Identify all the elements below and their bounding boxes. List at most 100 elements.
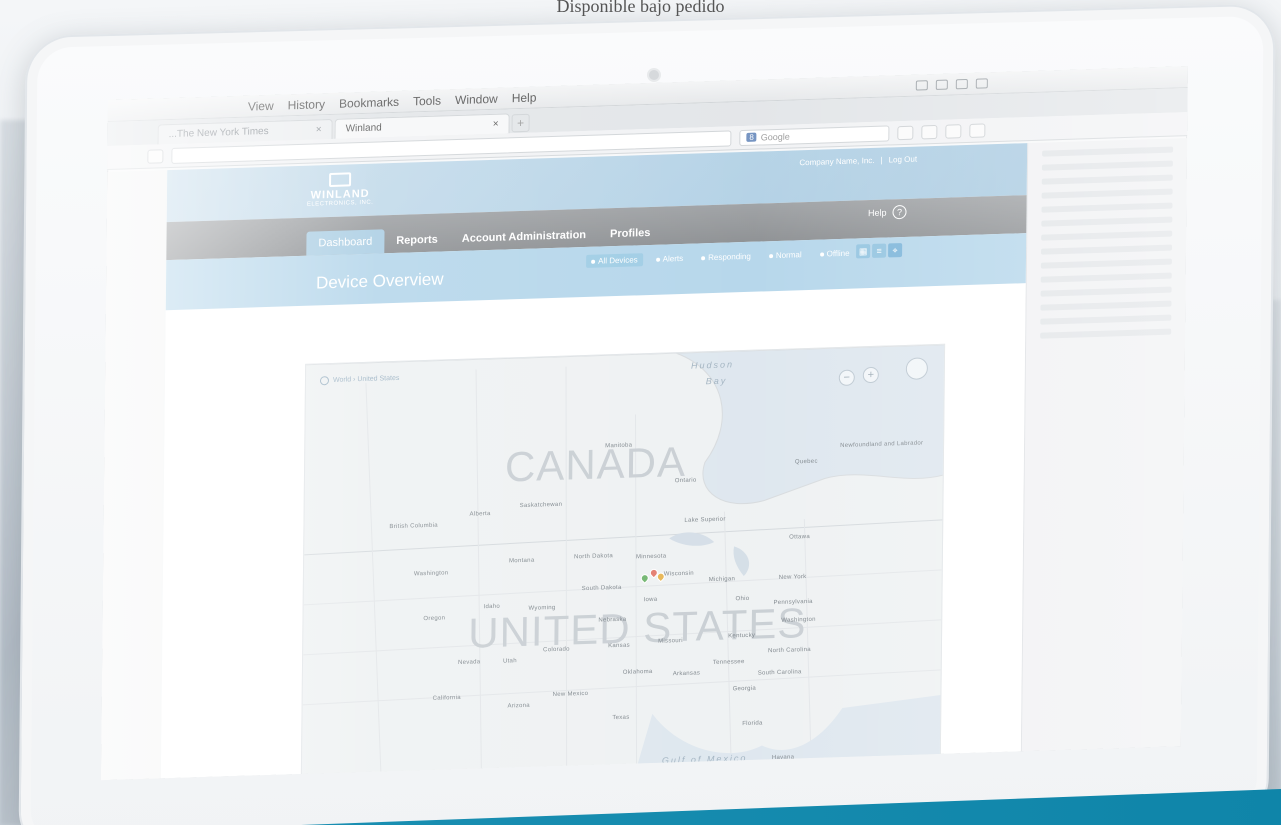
view-toggle: ▦ ≡ ⌖ bbox=[856, 243, 903, 259]
separator: | bbox=[880, 155, 883, 165]
search-input[interactable]: 8 Google bbox=[739, 124, 890, 146]
menu-help[interactable]: Help bbox=[512, 90, 537, 105]
status-dot bbox=[768, 253, 773, 258]
panel-line bbox=[1041, 244, 1173, 255]
map-label: Iowa bbox=[643, 596, 658, 604]
map-label: Texas bbox=[612, 714, 630, 722]
dropbox-icon[interactable] bbox=[915, 79, 928, 91]
status-dot bbox=[701, 255, 706, 260]
account-links: Company Name, Inc. | Log Out bbox=[799, 155, 917, 168]
panel-line bbox=[1041, 188, 1173, 199]
map-label: South Dakota bbox=[581, 584, 622, 593]
logout-link[interactable]: Log Out bbox=[889, 155, 918, 165]
map-label: Manitoba bbox=[605, 442, 633, 450]
map-label: Pennsylvania bbox=[773, 598, 813, 607]
tab-label: ...The New York Times bbox=[168, 125, 269, 141]
laptop: View History Bookmarks Tools Window Help… bbox=[0, 0, 1281, 825]
water-label-bay: Bay bbox=[705, 375, 728, 387]
panel-line bbox=[1041, 230, 1173, 241]
menu-view[interactable]: View bbox=[248, 98, 274, 113]
map-label: Utah bbox=[502, 658, 517, 665]
logo-subtitle: ELECTRONICS, INC. bbox=[306, 199, 374, 208]
map-label: Alberta bbox=[469, 510, 491, 518]
status-dot bbox=[819, 252, 824, 257]
panel-line bbox=[1041, 202, 1173, 213]
country-label-canada: CANADA bbox=[504, 437, 687, 491]
winland-logo[interactable]: WINLAND ELECTRONICS, INC. bbox=[307, 172, 374, 208]
map-label: Quebec bbox=[794, 458, 818, 466]
map-label: Oklahoma bbox=[622, 668, 653, 676]
wifi-icon[interactable] bbox=[975, 77, 988, 89]
menu-tools[interactable]: Tools bbox=[413, 93, 441, 108]
new-tab-button[interactable]: + bbox=[511, 113, 530, 133]
settings-icon[interactable] bbox=[969, 122, 986, 138]
device-map[interactable]: World › United States CANADA UNITED STAT… bbox=[300, 343, 946, 781]
search-engine-icon: 8 bbox=[746, 132, 757, 142]
map-label: Georgia bbox=[732, 685, 757, 693]
panel-line bbox=[1042, 146, 1174, 157]
panel-line bbox=[1041, 216, 1173, 227]
caption-text: Disponible bajo pedido bbox=[556, 0, 725, 16]
laptop-screen: View History Bookmarks Tools Window Help… bbox=[100, 66, 1188, 781]
menu-history[interactable]: History bbox=[288, 97, 325, 112]
side-panel bbox=[1020, 138, 1188, 752]
filter-offline[interactable]: Offline bbox=[815, 247, 855, 261]
grid-view-icon[interactable]: ▦ bbox=[856, 244, 871, 259]
tab-reports[interactable]: Reports bbox=[384, 227, 450, 253]
bookmarks-icon[interactable] bbox=[945, 123, 962, 139]
map-view-icon[interactable]: ⌖ bbox=[888, 243, 903, 258]
panel-line bbox=[1040, 286, 1172, 297]
search-placeholder: Google bbox=[760, 131, 790, 142]
filter-alerts[interactable]: Alerts bbox=[651, 252, 689, 266]
map-label: Arkansas bbox=[672, 670, 701, 678]
map-label: Montana bbox=[508, 557, 535, 565]
filter-label: Offline bbox=[826, 248, 850, 259]
map-label: Washington bbox=[413, 570, 449, 578]
status-icons bbox=[915, 77, 988, 91]
back-icon[interactable] bbox=[147, 148, 164, 164]
panel-line bbox=[1040, 328, 1172, 339]
camera-icon bbox=[647, 68, 661, 82]
list-view-icon[interactable]: ≡ bbox=[872, 243, 887, 258]
filter-responding[interactable]: Responding bbox=[696, 250, 756, 265]
map-label: Washington bbox=[781, 616, 816, 624]
filter-normal[interactable]: Normal bbox=[764, 248, 807, 262]
map-label: Florida bbox=[742, 720, 763, 728]
map-label: Idaho bbox=[483, 603, 501, 611]
help-link[interactable]: Help ? bbox=[868, 204, 907, 220]
panel-line bbox=[1040, 258, 1172, 269]
map-label: Kansas bbox=[608, 642, 630, 650]
map-label: New York bbox=[778, 574, 807, 581]
page-margin-left bbox=[100, 170, 168, 781]
globe-icon bbox=[319, 376, 330, 386]
map-label: Michigan bbox=[708, 576, 736, 584]
map-label: Tennessee bbox=[712, 659, 745, 667]
map-label: Lake Superior bbox=[684, 516, 726, 524]
display-icon[interactable] bbox=[935, 79, 948, 90]
map-label: California bbox=[432, 694, 461, 702]
menu-window[interactable]: Window bbox=[455, 91, 498, 106]
filter-label: Responding bbox=[708, 251, 751, 263]
menu-bookmarks[interactable]: Bookmarks bbox=[339, 94, 399, 110]
map-label: Arizona bbox=[507, 702, 530, 710]
map-label: Wisconsin bbox=[663, 570, 694, 578]
filter-all-devices[interactable]: All Devices bbox=[586, 253, 643, 268]
panel-line bbox=[1041, 160, 1173, 171]
device-filters: All Devices Alerts Responding Normal Off… bbox=[586, 247, 855, 268]
breadcrumb-text: World › United States bbox=[332, 374, 400, 384]
tab-close-icon[interactable]: × bbox=[493, 119, 499, 130]
panel-line bbox=[1041, 174, 1173, 185]
status-dot bbox=[591, 259, 596, 264]
tab-profiles[interactable]: Profiles bbox=[598, 221, 663, 247]
tab-close-icon[interactable]: × bbox=[316, 124, 322, 135]
filter-label: Alerts bbox=[662, 253, 684, 264]
map-label: Wyoming bbox=[528, 604, 556, 612]
company-name: Company Name, Inc. bbox=[799, 155, 875, 168]
map-label: Ontario bbox=[674, 477, 697, 485]
home-icon[interactable] bbox=[921, 124, 938, 139]
map-label: Colorado bbox=[543, 646, 570, 654]
map-label: Ottawa bbox=[789, 533, 810, 541]
clock-icon[interactable] bbox=[955, 78, 968, 89]
download-icon[interactable] bbox=[897, 125, 914, 140]
tab-dashboard[interactable]: Dashboard bbox=[306, 229, 385, 256]
